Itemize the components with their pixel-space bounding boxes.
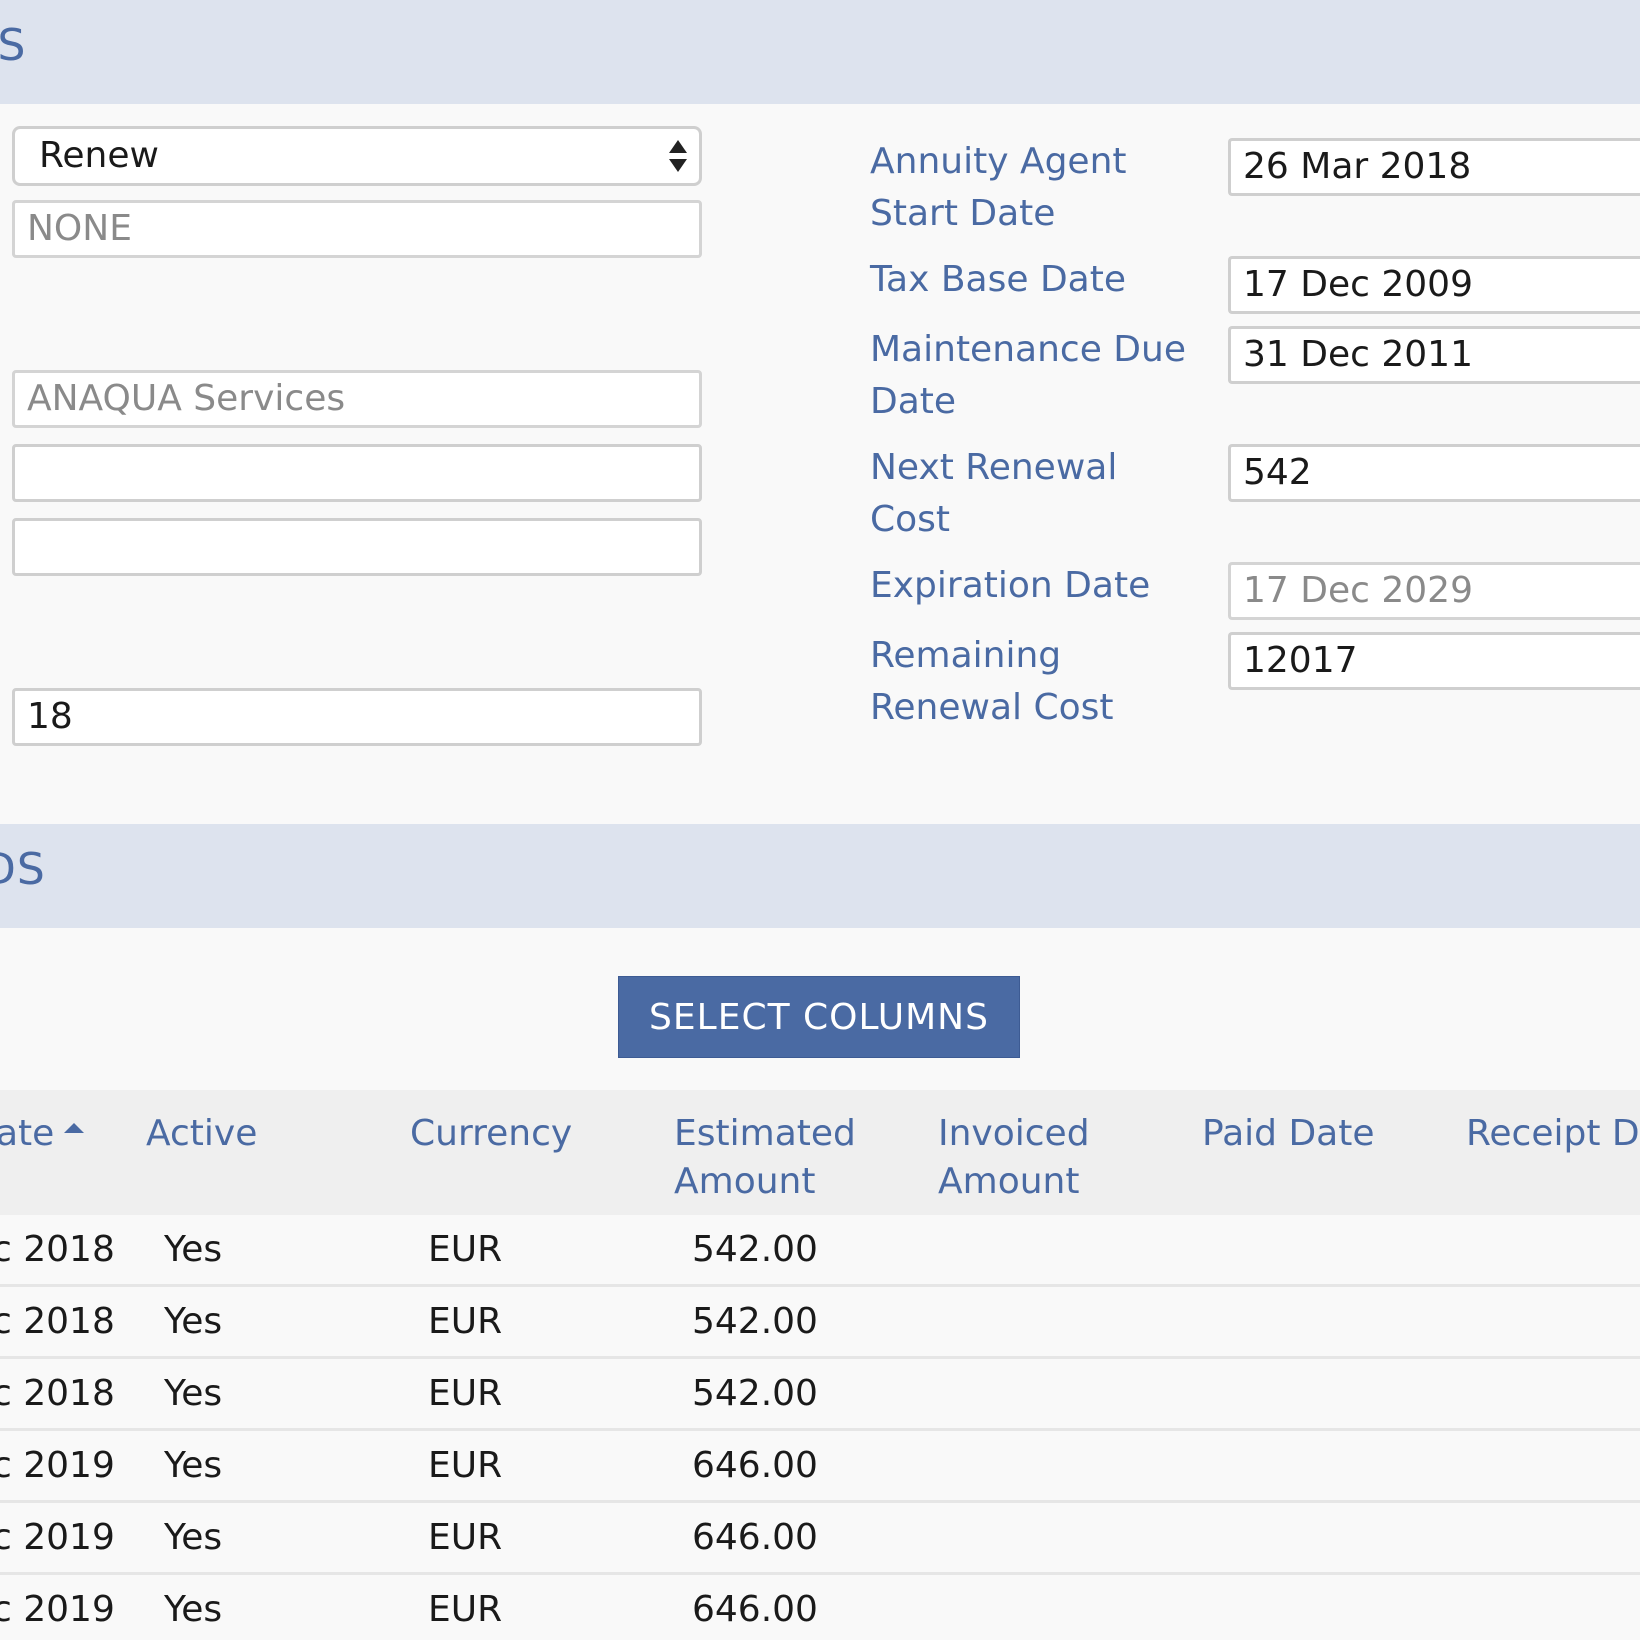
cell-currency: EUR [428, 1373, 503, 1414]
column-header-receipt-date[interactable]: Receipt Da [1466, 1110, 1640, 1158]
tax-base-date-field[interactable]: 17 Dec 2009 [1228, 256, 1640, 314]
section-title: DS [0, 844, 46, 895]
cell-estimated-amount: 542.00 [692, 1373, 818, 1414]
cell-date: c 2018 [0, 1229, 115, 1270]
table-row[interactable]: c 2018 Yes EUR 542.00 [0, 1215, 1640, 1287]
table-row[interactable]: c 2018 Yes EUR 542.00 [0, 1359, 1640, 1431]
cell-date: c 2019 [0, 1445, 115, 1486]
remaining-renewal-cost-field[interactable]: 12017 [1228, 632, 1640, 690]
table-row[interactable]: c 2018 Yes EUR 542.00 [0, 1287, 1640, 1359]
cell-estimated-amount: 542.00 [692, 1301, 818, 1342]
cell-estimated-amount: 646.00 [692, 1445, 818, 1486]
label-remaining-renewal-cost: Remaining Renewal Cost [870, 635, 1114, 728]
column-header-date[interactable]: ate [0, 1110, 85, 1158]
cell-active: Yes [164, 1589, 223, 1630]
column-header-estimated-amount[interactable]: Estimated Amount [674, 1110, 874, 1206]
maintenance-due-date-field[interactable]: 31 Dec 2011 [1228, 326, 1640, 384]
cell-active: Yes [164, 1517, 223, 1558]
column-header-paid-date[interactable]: Paid Date [1202, 1110, 1375, 1158]
cell-currency: EUR [428, 1445, 503, 1486]
records-panel: SELECT COLUMNS ate Active Currency Estim… [0, 928, 1640, 1640]
cell-currency: EUR [428, 1229, 503, 1270]
cell-date: c 2018 [0, 1301, 115, 1342]
column-header-active[interactable]: Active [146, 1110, 257, 1158]
text-field-number[interactable]: 18 [12, 688, 702, 746]
sort-ascending-icon [64, 1123, 85, 1133]
text-field-empty-2[interactable] [12, 518, 702, 576]
label-annuity-agent-start-date: Annuity Agent Start Date [870, 141, 1127, 234]
section-header-details: LS [0, 0, 1640, 104]
action-select-value: Renew [39, 135, 159, 176]
table-row[interactable]: c 2019 Yes EUR 646.00 [0, 1431, 1640, 1503]
cell-date: c 2019 [0, 1517, 115, 1558]
column-header-invoiced-amount[interactable]: Invoiced Amount [938, 1110, 1138, 1206]
cell-currency: EUR [428, 1517, 503, 1558]
text-field-empty-1[interactable] [12, 444, 702, 502]
label-maintenance-due-date: Maintenance Due Date [870, 329, 1186, 422]
label-expiration-date: Expiration Date [870, 565, 1151, 606]
readonly-field-agent: ANAQUA Services [12, 370, 702, 428]
table-row[interactable]: c 2019 Yes EUR 646.00 [0, 1503, 1640, 1575]
section-title: LS [0, 20, 27, 71]
cell-active: Yes [164, 1301, 223, 1342]
next-renewal-cost-field[interactable]: 542 [1228, 444, 1640, 502]
column-header-currency[interactable]: Currency [410, 1110, 572, 1158]
cell-date: c 2018 [0, 1373, 115, 1414]
label-tax-base-date: Tax Base Date [870, 259, 1126, 300]
readonly-field-none: NONE [12, 200, 702, 258]
table-row[interactable]: c 2019 Yes EUR 646.00 [0, 1575, 1640, 1640]
section-header-records: DS [0, 824, 1640, 928]
cell-estimated-amount: 646.00 [692, 1589, 818, 1630]
cell-date: c 2019 [0, 1589, 115, 1630]
cell-currency: EUR [428, 1589, 503, 1630]
cell-active: Yes [164, 1445, 223, 1486]
select-columns-button[interactable]: SELECT COLUMNS [618, 976, 1020, 1058]
action-select[interactable]: Renew [12, 126, 702, 186]
page: LS Renew NONE ANAQUA Services 18 Annuity… [0, 0, 1640, 1640]
select-arrows-icon [669, 138, 687, 174]
table-header: ate Active Currency Estimated Amount Inv… [0, 1090, 1640, 1215]
details-panel: Renew NONE ANAQUA Services 18 Annuity Ag… [0, 104, 1640, 796]
annuity-agent-start-date-field[interactable]: 26 Mar 2018 [1228, 138, 1640, 196]
cell-active: Yes [164, 1229, 223, 1270]
label-next-renewal-cost: Next Renewal Cost [870, 447, 1118, 540]
cell-estimated-amount: 542.00 [692, 1229, 818, 1270]
cell-estimated-amount: 646.00 [692, 1517, 818, 1558]
expiration-date-field: 17 Dec 2029 [1228, 562, 1640, 620]
cell-currency: EUR [428, 1301, 503, 1342]
table-body: c 2018 Yes EUR 542.00 c 2018 Yes EUR 542… [0, 1215, 1640, 1640]
cell-active: Yes [164, 1373, 223, 1414]
